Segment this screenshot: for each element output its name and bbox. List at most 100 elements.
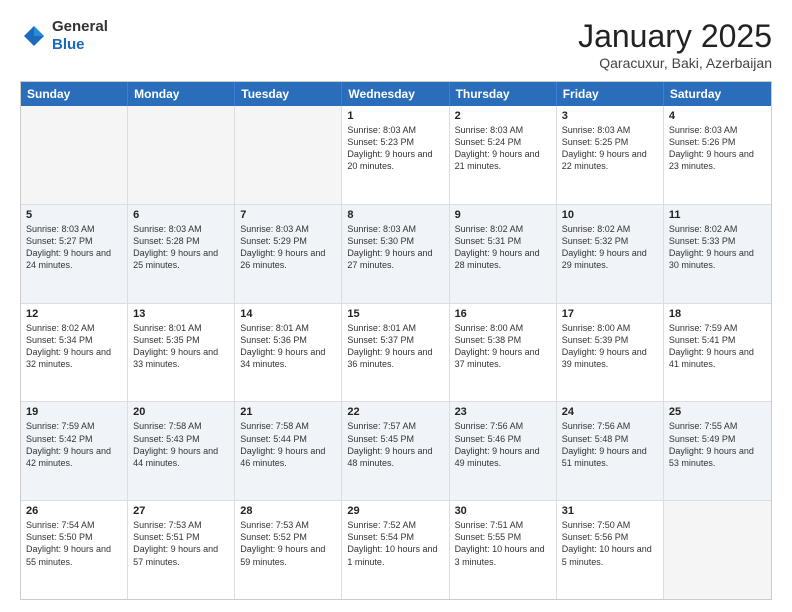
day-cell: 9 Sunrise: 8:02 AM Sunset: 5:31 PM Daylig…: [450, 205, 557, 303]
logo-icon: [20, 22, 48, 50]
cell-info: Sunrise: 7:57 AM Sunset: 5:45 PM Dayligh…: [347, 420, 443, 469]
empty-cell: [21, 106, 128, 204]
day-cell: 23Sunrise: 7:56 AM Sunset: 5:46 PM Dayli…: [450, 402, 557, 500]
cell-info: Sunrise: 8:02 AM Sunset: 5:31 PM Dayligh…: [455, 223, 551, 272]
day-cell: 27 Sunrise: 7:53 AM Sunset: 5:51 PM Dayli…: [128, 501, 235, 599]
day-cell: 31Sunrise: 7:50 AM Sunset: 5:56 PM Dayli…: [557, 501, 664, 599]
day-number: 30: [455, 505, 551, 517]
cell-info: Sunrise: 8:00 AM Sunset: 5:39 PM Dayligh…: [562, 322, 658, 371]
day-number: 27: [133, 505, 229, 517]
page: General Blue January 2025 Qaracuxur, Bak…: [0, 0, 792, 612]
empty-cell: [664, 501, 771, 599]
day-cell: 2 Sunrise: 8:03 AM Sunset: 5:24 PM Daylig…: [450, 106, 557, 204]
cell-info: Sunrise: 8:03 AM Sunset: 5:29 PM Dayligh…: [240, 223, 336, 272]
cell-info: Sunrise: 7:58 AM Sunset: 5:44 PM Dayligh…: [240, 420, 336, 469]
day-number: 9: [455, 209, 551, 221]
day-number: 21: [240, 406, 336, 418]
weekday-header: Saturday: [664, 82, 771, 106]
cell-info: Sunrise: 8:00 AM Sunset: 5:38 PM Dayligh…: [455, 322, 551, 371]
cell-info: Sunrise: 8:03 AM Sunset: 5:30 PM Dayligh…: [347, 223, 443, 272]
logo: General Blue: [20, 18, 108, 54]
day-number: 24: [562, 406, 658, 418]
day-number: 12: [26, 308, 122, 320]
day-number: 8: [347, 209, 443, 221]
day-cell: 30 Sunrise: 7:51 AM Sunset: 5:55 PM Dayli…: [450, 501, 557, 599]
cell-info: Sunrise: 8:03 AM Sunset: 5:25 PM Dayligh…: [562, 124, 658, 173]
calendar-row: 19Sunrise: 7:59 AM Sunset: 5:42 PM Dayli…: [21, 402, 771, 501]
day-cell: 14 Sunrise: 8:01 AM Sunset: 5:36 PM Dayli…: [235, 304, 342, 402]
cell-info: Sunrise: 7:59 AM Sunset: 5:41 PM Dayligh…: [669, 322, 766, 371]
calendar-header: SundayMondayTuesdayWednesdayThursdayFrid…: [21, 82, 771, 106]
day-cell: 10Sunrise: 8:02 AM Sunset: 5:32 PM Dayli…: [557, 205, 664, 303]
day-cell: 12Sunrise: 8:02 AM Sunset: 5:34 PM Dayli…: [21, 304, 128, 402]
day-number: 14: [240, 308, 336, 320]
weekday-header: Friday: [557, 82, 664, 106]
logo-blue: Blue: [52, 36, 85, 53]
cell-info: Sunrise: 7:52 AM Sunset: 5:54 PM Dayligh…: [347, 519, 443, 568]
day-cell: 22 Sunrise: 7:57 AM Sunset: 5:45 PM Dayli…: [342, 402, 449, 500]
day-cell: 15 Sunrise: 8:01 AM Sunset: 5:37 PM Dayli…: [342, 304, 449, 402]
cell-info: Sunrise: 8:03 AM Sunset: 5:24 PM Dayligh…: [455, 124, 551, 173]
day-number: 6: [133, 209, 229, 221]
cell-info: Sunrise: 7:53 AM Sunset: 5:51 PM Dayligh…: [133, 519, 229, 568]
day-number: 16: [455, 308, 551, 320]
day-cell: 24 Sunrise: 7:56 AM Sunset: 5:48 PM Dayli…: [557, 402, 664, 500]
logo-text: General Blue: [52, 18, 108, 54]
cell-info: Sunrise: 7:53 AM Sunset: 5:52 PM Dayligh…: [240, 519, 336, 568]
day-cell: 26Sunrise: 7:54 AM Sunset: 5:50 PM Dayli…: [21, 501, 128, 599]
day-cell: 7 Sunrise: 8:03 AM Sunset: 5:29 PM Daylig…: [235, 205, 342, 303]
day-number: 4: [669, 110, 766, 122]
weekday-header: Wednesday: [342, 82, 449, 106]
day-cell: 6 Sunrise: 8:03 AM Sunset: 5:28 PM Daylig…: [128, 205, 235, 303]
day-number: 18: [669, 308, 766, 320]
month-title: January 2025: [578, 18, 772, 55]
logo-general: General: [52, 18, 108, 35]
day-cell: 11Sunrise: 8:02 AM Sunset: 5:33 PM Dayli…: [664, 205, 771, 303]
calendar-row: 1 Sunrise: 8:03 AM Sunset: 5:23 PM Daylig…: [21, 106, 771, 205]
day-number: 5: [26, 209, 122, 221]
day-cell: 8 Sunrise: 8:03 AM Sunset: 5:30 PM Daylig…: [342, 205, 449, 303]
cell-info: Sunrise: 7:51 AM Sunset: 5:55 PM Dayligh…: [455, 519, 551, 568]
cell-info: Sunrise: 8:03 AM Sunset: 5:23 PM Dayligh…: [347, 124, 443, 173]
day-number: 26: [26, 505, 122, 517]
day-number: 15: [347, 308, 443, 320]
day-cell: 18 Sunrise: 7:59 AM Sunset: 5:41 PM Dayli…: [664, 304, 771, 402]
day-cell: 29 Sunrise: 7:52 AM Sunset: 5:54 PM Dayli…: [342, 501, 449, 599]
day-cell: 20 Sunrise: 7:58 AM Sunset: 5:43 PM Dayli…: [128, 402, 235, 500]
cell-info: Sunrise: 7:55 AM Sunset: 5:49 PM Dayligh…: [669, 420, 766, 469]
cell-info: Sunrise: 8:02 AM Sunset: 5:33 PM Dayligh…: [669, 223, 766, 272]
header: General Blue January 2025 Qaracuxur, Bak…: [20, 18, 772, 71]
day-cell: 4 Sunrise: 8:03 AM Sunset: 5:26 PM Daylig…: [664, 106, 771, 204]
day-number: 29: [347, 505, 443, 517]
title-block: January 2025 Qaracuxur, Baki, Azerbaijan: [578, 18, 772, 71]
day-number: 17: [562, 308, 658, 320]
day-cell: 17 Sunrise: 8:00 AM Sunset: 5:39 PM Dayli…: [557, 304, 664, 402]
cell-info: Sunrise: 7:58 AM Sunset: 5:43 PM Dayligh…: [133, 420, 229, 469]
day-cell: 19Sunrise: 7:59 AM Sunset: 5:42 PM Dayli…: [21, 402, 128, 500]
day-number: 20: [133, 406, 229, 418]
day-number: 22: [347, 406, 443, 418]
day-number: 10: [562, 209, 658, 221]
calendar-row: 12Sunrise: 8:02 AM Sunset: 5:34 PM Dayli…: [21, 304, 771, 403]
day-number: 7: [240, 209, 336, 221]
weekday-header: Sunday: [21, 82, 128, 106]
cell-info: Sunrise: 7:56 AM Sunset: 5:48 PM Dayligh…: [562, 420, 658, 469]
day-cell: 13Sunrise: 8:01 AM Sunset: 5:35 PM Dayli…: [128, 304, 235, 402]
cell-info: Sunrise: 8:03 AM Sunset: 5:28 PM Dayligh…: [133, 223, 229, 272]
day-number: 3: [562, 110, 658, 122]
day-number: 25: [669, 406, 766, 418]
day-cell: 5Sunrise: 8:03 AM Sunset: 5:27 PM Daylig…: [21, 205, 128, 303]
calendar-body: 1 Sunrise: 8:03 AM Sunset: 5:23 PM Daylig…: [21, 106, 771, 599]
day-number: 1: [347, 110, 443, 122]
empty-cell: [128, 106, 235, 204]
day-cell: 16 Sunrise: 8:00 AM Sunset: 5:38 PM Dayli…: [450, 304, 557, 402]
day-cell: 3 Sunrise: 8:03 AM Sunset: 5:25 PM Daylig…: [557, 106, 664, 204]
cell-info: Sunrise: 8:03 AM Sunset: 5:26 PM Dayligh…: [669, 124, 766, 173]
day-cell: 21 Sunrise: 7:58 AM Sunset: 5:44 PM Dayli…: [235, 402, 342, 500]
day-number: 2: [455, 110, 551, 122]
cell-info: Sunrise: 8:01 AM Sunset: 5:35 PM Dayligh…: [133, 322, 229, 371]
cell-info: Sunrise: 8:01 AM Sunset: 5:37 PM Dayligh…: [347, 322, 443, 371]
day-cell: 28Sunrise: 7:53 AM Sunset: 5:52 PM Dayli…: [235, 501, 342, 599]
cell-info: Sunrise: 8:01 AM Sunset: 5:36 PM Dayligh…: [240, 322, 336, 371]
weekday-header: Thursday: [450, 82, 557, 106]
